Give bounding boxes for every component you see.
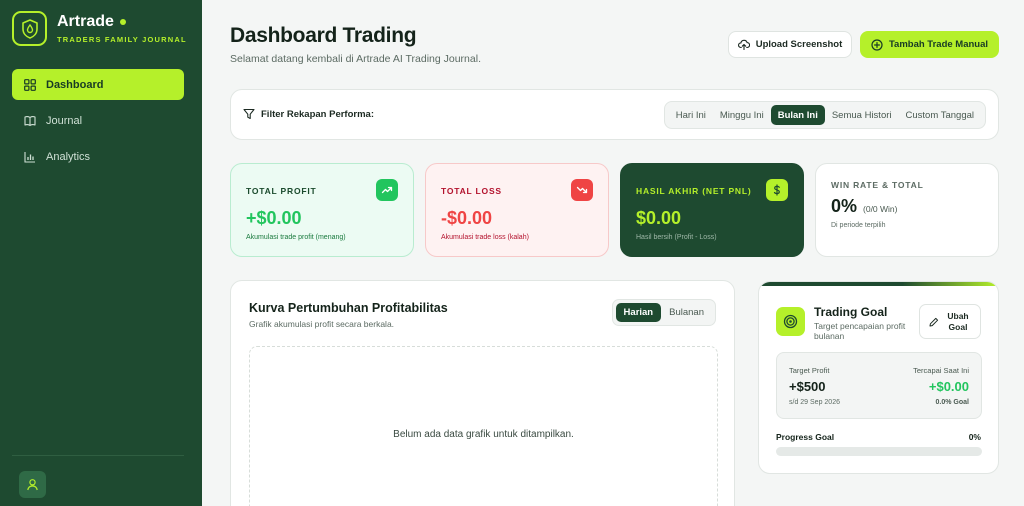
profit-growth-chart-panel: Kurva Pertumbuhan Profitabilitas Grafik …	[230, 280, 735, 506]
win-rate-value: 0%	[831, 196, 858, 216]
sidebar-item-journal[interactable]: Journal	[12, 105, 184, 136]
filter-tabs: Hari Ini Minggu Ini Bulan Ini Semua Hist…	[663, 101, 986, 129]
sidebar-divider	[12, 455, 184, 456]
total-profit-label: TOTAL PROFIT	[246, 186, 317, 196]
net-pnl-value: $0.00	[636, 208, 682, 228]
user-profile-button[interactable]	[19, 471, 46, 498]
filter-label-text: Filter Rekapan Performa:	[261, 108, 374, 120]
total-loss-card: TOTAL LOSS -$0.00 Akumulasi trade loss (…	[425, 163, 609, 257]
goal-accent-bar	[759, 282, 998, 286]
trending-down-icon	[571, 179, 593, 201]
cloud-upload-icon	[737, 39, 750, 50]
filter-icon	[243, 108, 255, 120]
goal-subtitle: Target pencapaian profit bulanan	[814, 321, 906, 341]
net-pnl-note: Hasil bersih (Profit - Loss)	[636, 234, 717, 241]
add-manual-trade-label: Tambah Trade Manual	[888, 39, 989, 50]
edit-goal-label: Ubah Goal	[947, 310, 969, 332]
chart-subtitle: Grafik akumulasi profit secara berkala.	[249, 319, 395, 329]
pencil-icon	[929, 317, 939, 326]
achieved-value: +$0.00	[928, 379, 969, 394]
win-count: (0/0 Win)	[863, 204, 898, 214]
sidebar-item-analytics[interactable]: Analytics	[12, 141, 184, 172]
goal-summary-box: Target Profit +$500 s/d 29 Sep 2026 Terc…	[776, 352, 982, 419]
upload-screenshot-label: Upload Screenshot	[755, 39, 843, 50]
chart-tab-daily[interactable]: Harian	[615, 303, 662, 322]
sidebar-item-dashboard[interactable]: Dashboard	[12, 69, 184, 100]
target-date: s/d 29 Sep 2026	[789, 399, 840, 406]
trending-up-icon	[376, 179, 398, 201]
page-title: Dashboard Trading	[230, 24, 417, 47]
total-profit-note: Akumulasi trade profit (menang)	[246, 234, 346, 241]
chart-period-toggle: Harian Bulanan	[611, 299, 716, 326]
upload-screenshot-button[interactable]: Upload Screenshot	[728, 31, 852, 58]
trading-goal-card: Trading Goal Target pencapaian profit bu…	[758, 281, 999, 474]
achieved-label: Tercapai Saat Ini	[913, 366, 969, 375]
chart-tab-monthly[interactable]: Bulanan	[661, 303, 712, 322]
shield-logo-icon	[12, 11, 47, 46]
filter-tab-this-month[interactable]: Bulan Ini	[770, 105, 825, 125]
net-pnl-label: HASIL AKHIR (NET PNL)	[636, 186, 752, 196]
net-pnl-card: HASIL AKHIR (NET PNL) $0.00 Hasil bersih…	[620, 163, 804, 257]
bar-chart-icon	[24, 151, 35, 163]
total-loss-label: TOTAL LOSS	[441, 186, 502, 196]
total-loss-value: -$0.00	[441, 208, 493, 228]
brand-name: Artrade	[57, 13, 114, 30]
filter-tab-this-week[interactable]: Minggu Ini	[713, 105, 771, 125]
total-profit-value: +$0.00	[246, 208, 302, 228]
goal-progress-percent: 0%	[968, 432, 981, 442]
sidebar-item-label: Analytics	[46, 150, 91, 163]
filter-tab-today[interactable]: Hari Ini	[669, 105, 713, 125]
sidebar-item-label: Journal	[46, 114, 83, 127]
chart-empty-text: Belum ada data grafik untuk ditampilkan.	[393, 428, 574, 440]
chart-title: Kurva Pertumbuhan Profitabilitas	[249, 301, 448, 315]
total-profit-card: TOTAL PROFIT +$0.00 Akumulasi trade prof…	[230, 163, 414, 257]
target-profit-value: +$500	[789, 379, 826, 394]
filter-label: Filter Rekapan Performa:	[243, 108, 374, 120]
brand-tagline: TRADERS FAMILY JOURNAL	[57, 35, 187, 44]
goal-progress-label: Progress Goal	[776, 432, 835, 442]
total-loss-note: Akumulasi trade loss (kalah)	[441, 234, 529, 241]
brand[interactable]: Artrade TRADERS FAMILY JOURNAL	[12, 11, 187, 46]
dollar-icon	[766, 179, 788, 201]
sidebar: Artrade TRADERS FAMILY JOURNAL Dashboard…	[0, 0, 202, 506]
win-rate-label: WIN RATE & TOTAL	[831, 180, 924, 190]
chart-empty-state: Belum ada data grafik untuk ditampilkan.	[249, 346, 718, 506]
page-subtitle: Selamat datang kembali di Artrade AI Tra…	[230, 53, 481, 65]
target-profit-label: Target Profit	[789, 366, 830, 375]
edit-goal-button[interactable]: Ubah Goal	[919, 304, 981, 339]
filter-tab-custom-date[interactable]: Custom Tanggal	[899, 105, 981, 125]
sidebar-nav: Dashboard Journal Analytics	[12, 69, 184, 177]
goal-title: Trading Goal	[814, 305, 888, 319]
achieved-percent: 0.0% Goal	[935, 399, 969, 406]
user-icon	[27, 479, 38, 491]
goal-progress-bar	[776, 447, 982, 456]
brand-dot	[119, 19, 126, 25]
target-icon	[776, 307, 805, 336]
grid-icon	[24, 78, 36, 91]
sidebar-item-label: Dashboard	[46, 78, 104, 91]
filter-tab-all-history[interactable]: Semua Histori	[825, 105, 899, 125]
performance-filter-bar: Filter Rekapan Performa: Hari Ini Minggu…	[230, 89, 999, 140]
add-manual-trade-button[interactable]: Tambah Trade Manual	[860, 31, 999, 58]
win-rate-note: Di periode terpilih	[831, 222, 886, 229]
win-rate-card: WIN RATE & TOTAL 0% (0/0 Win) Di periode…	[815, 163, 999, 257]
plus-circle-icon	[871, 38, 883, 51]
book-icon	[24, 115, 36, 126]
